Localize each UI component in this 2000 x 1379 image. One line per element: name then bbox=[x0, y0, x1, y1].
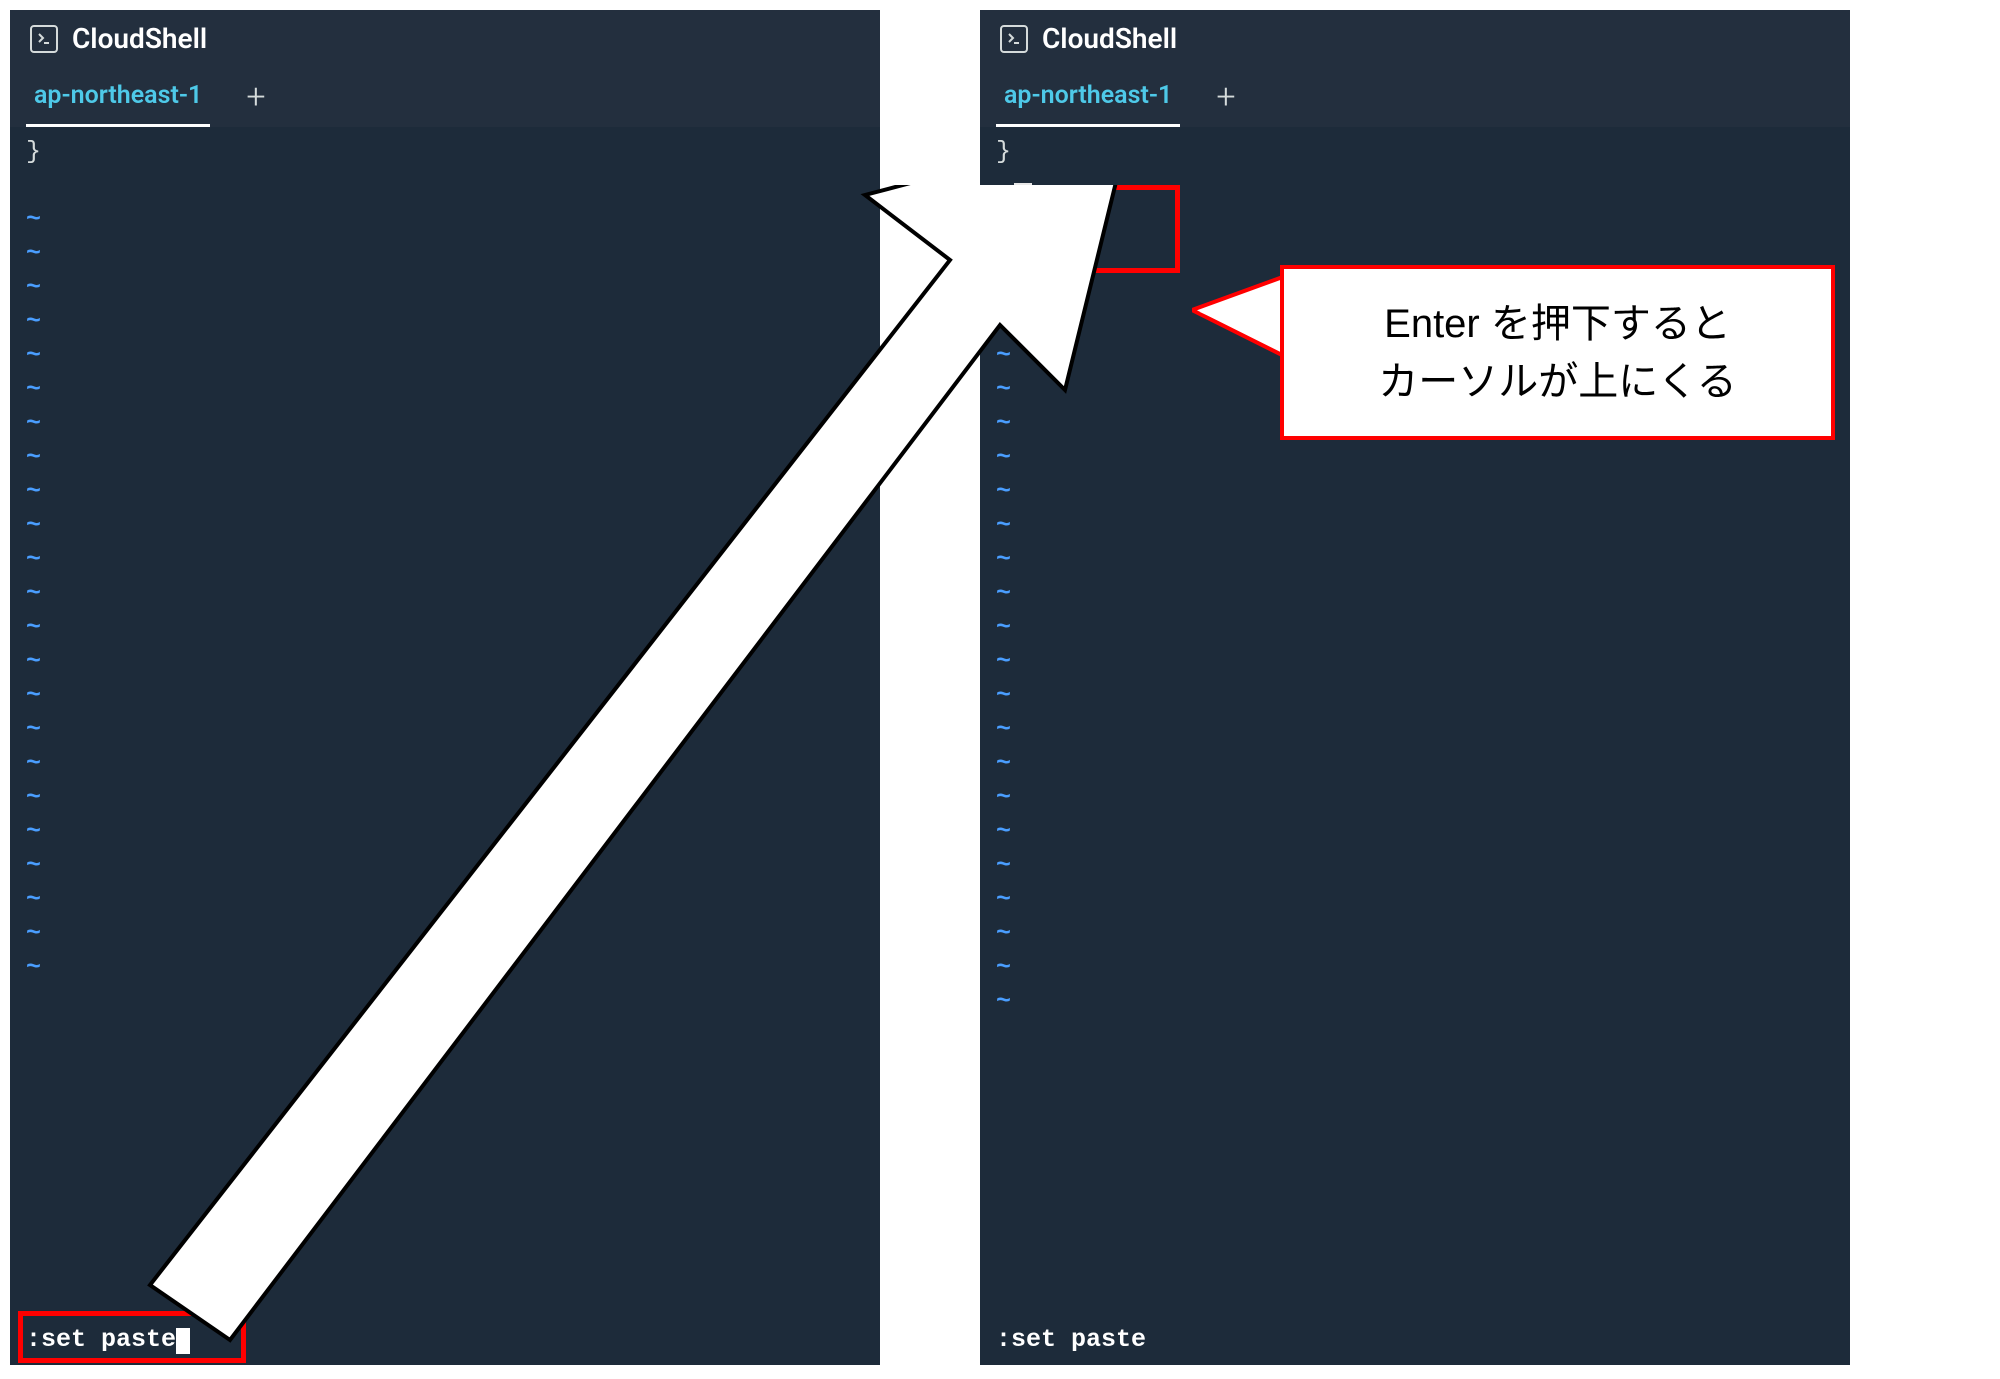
command-line: :set paste bbox=[26, 1323, 864, 1357]
cloudshell-panel-left: CloudShell ap-northeast-1 + } ~~~~~~~~~~… bbox=[10, 10, 880, 1365]
tilde-line: ~ bbox=[26, 577, 864, 611]
add-tab-button[interactable]: + bbox=[1192, 77, 1259, 117]
tilde-line: ~ bbox=[26, 271, 864, 305]
tilde-line: ~ bbox=[996, 509, 1834, 543]
tilde-line: ~ bbox=[996, 577, 1834, 611]
cloudshell-icon bbox=[1000, 25, 1028, 53]
tilde-line: ~ bbox=[26, 475, 864, 509]
tilde-line: ~ bbox=[996, 611, 1834, 645]
callout-text-2: カーソルが上にくる bbox=[1378, 353, 1736, 411]
tilde-line: ~ bbox=[26, 679, 864, 713]
tilde-line: ~ bbox=[996, 645, 1834, 679]
tilde-line: ~ bbox=[996, 849, 1834, 883]
cloudshell-icon bbox=[30, 25, 58, 53]
terminal-line: } bbox=[26, 135, 864, 169]
tab-region[interactable]: ap-northeast-1 bbox=[26, 67, 210, 128]
terminal-line: } bbox=[996, 135, 1834, 169]
tilde-line: ~ bbox=[26, 747, 864, 781]
callout-box: Enter を押下すると カーソルが上にくる bbox=[1280, 265, 1835, 440]
tilde-line: ~ bbox=[996, 917, 1834, 951]
tilde-line: ~ bbox=[26, 917, 864, 951]
terminal-blank bbox=[996, 203, 1834, 237]
tilde-line: ~ bbox=[26, 509, 864, 543]
tilde-line: ~ bbox=[26, 645, 864, 679]
terminal-blank bbox=[996, 169, 1834, 203]
terminal-area[interactable]: } ~~~~~~~~~~~~~~~~~~~~~~~ :set paste bbox=[10, 127, 880, 1365]
tilde-line: ~ bbox=[996, 781, 1834, 815]
tilde-line: ~ bbox=[996, 679, 1834, 713]
tilde-line: ~ bbox=[26, 339, 864, 373]
tilde-line: ~ bbox=[996, 475, 1834, 509]
tilde-line: ~ bbox=[26, 373, 864, 407]
tilde-line: ~ bbox=[996, 951, 1834, 985]
terminal-blank bbox=[26, 169, 864, 203]
cloudshell-panel-right: CloudShell ap-northeast-1 + } ~~~~~~~~~~… bbox=[980, 10, 1850, 1365]
tilde-line: ~ bbox=[996, 713, 1834, 747]
add-tab-button[interactable]: + bbox=[222, 77, 289, 117]
tilde-line: ~ bbox=[26, 441, 864, 475]
tilde-line: ~ bbox=[26, 407, 864, 441]
cursor bbox=[176, 1328, 190, 1354]
tab-bar: ap-northeast-1 + bbox=[10, 67, 880, 127]
tilde-line: ~ bbox=[26, 305, 864, 339]
cursor-top bbox=[1014, 183, 1032, 215]
tilde-line: ~ bbox=[26, 611, 864, 645]
tilde-line: ~ bbox=[26, 849, 864, 883]
panel-header: CloudShell bbox=[10, 10, 880, 67]
tilde-line: ~ bbox=[26, 815, 864, 849]
tilde-line: ~ bbox=[26, 713, 864, 747]
panel-header: CloudShell bbox=[980, 10, 1850, 67]
tilde-line: ~ bbox=[26, 883, 864, 917]
tilde-line: ~ bbox=[996, 985, 1834, 1019]
tilde-line: ~ bbox=[26, 543, 864, 577]
callout-text-1: Enter を押下すると bbox=[1384, 295, 1731, 353]
tilde-line: ~ bbox=[26, 951, 864, 985]
tilde-line: ~ bbox=[996, 815, 1834, 849]
tilde-line: ~ bbox=[26, 203, 864, 237]
tab-region[interactable]: ap-northeast-1 bbox=[996, 67, 1180, 128]
header-title: CloudShell bbox=[1042, 22, 1177, 55]
tilde-line: ~ bbox=[26, 237, 864, 271]
tilde-line: ~ bbox=[996, 441, 1834, 475]
tab-bar: ap-northeast-1 + bbox=[980, 67, 1850, 127]
tilde-line: ~ bbox=[26, 781, 864, 815]
tilde-line: ~ bbox=[996, 747, 1834, 781]
header-title: CloudShell bbox=[72, 22, 207, 55]
terminal-body: } ~~~~~~~~~~~~~~~~~~~~~~~ bbox=[26, 135, 864, 1323]
tilde-line: ~ bbox=[996, 543, 1834, 577]
command-line: :set paste bbox=[996, 1323, 1834, 1357]
tilde-line: ~ bbox=[996, 883, 1834, 917]
